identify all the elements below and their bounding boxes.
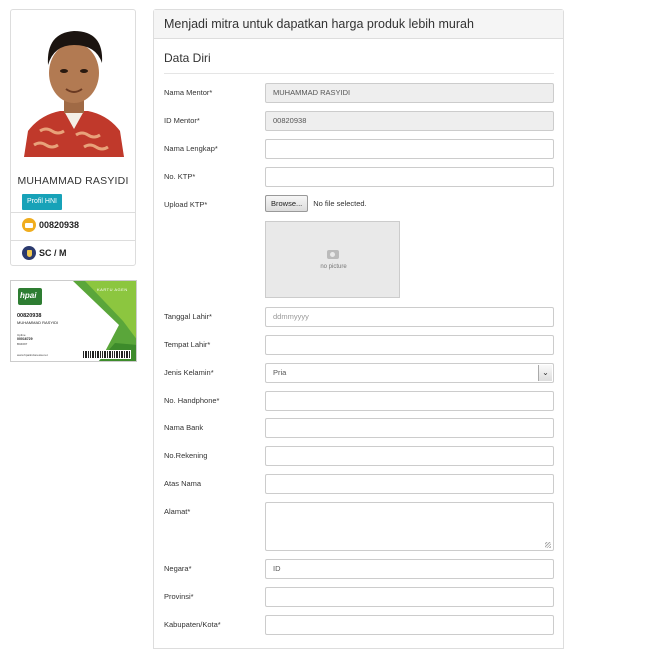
nama-mentor-label: Nama Mentor* xyxy=(164,88,213,97)
upload-ktp-label: Upload KTP* xyxy=(164,200,208,209)
divider xyxy=(11,240,135,241)
panel-title: Menjadi mitra untuk dapatkan harga produ… xyxy=(154,10,563,39)
tanggal-lahir-input[interactable]: ddmmyyyy xyxy=(265,307,554,327)
id-mentor-label: ID Mentor* xyxy=(164,116,200,125)
tanggal-lahir-label: Tanggal Lahir* xyxy=(164,312,212,321)
card-brand-logo: hpai xyxy=(20,291,37,300)
no-handphone-label: No. Handphone* xyxy=(164,396,220,405)
file-status: No file selected. xyxy=(313,198,367,208)
profile-name: MUHAMMAD RASYIDI xyxy=(17,175,129,187)
card-sub-id: 00016729 xyxy=(17,337,33,341)
card-website: www.hpaiindonesia.net xyxy=(17,353,48,357)
no-rekening-input[interactable] xyxy=(265,446,554,466)
nama-bank-input[interactable] xyxy=(265,418,554,438)
jenis-kelamin-value: Pria xyxy=(273,368,287,377)
profile-button[interactable]: Profil HNI xyxy=(22,194,62,210)
nama-bank-label: Nama Bank xyxy=(164,423,204,432)
card-title: KARTU AGEN xyxy=(97,287,128,292)
jenis-kelamin-select[interactable]: Pria ⌄ xyxy=(265,363,554,383)
jenis-kelamin-label: Jenis Kelamin* xyxy=(164,368,214,377)
resize-handle-icon[interactable] xyxy=(545,542,551,548)
profile-card: MUHAMMAD RASYIDI Profil HNI 00820938 SC … xyxy=(10,9,136,266)
no-handphone-input[interactable] xyxy=(265,391,554,411)
id-mentor-field: 00820938 xyxy=(265,111,554,131)
profile-photo xyxy=(20,19,128,157)
tempat-lahir-label: Tempat Lahir* xyxy=(164,340,211,349)
mentor-id: 00820938 xyxy=(39,220,80,230)
provinsi-label: Provinsi* xyxy=(164,592,194,601)
section-divider xyxy=(164,73,554,74)
no-picture-text: no picture xyxy=(320,264,347,270)
negara-label: Negara* xyxy=(164,564,192,573)
nama-lengkap-input[interactable] xyxy=(265,139,554,159)
alamat-textarea[interactable] xyxy=(265,502,554,551)
camera-icon xyxy=(327,250,339,259)
browse-button[interactable]: Browse... xyxy=(265,194,309,212)
level-row: SC / M xyxy=(22,245,67,261)
card-name: MUHAMMAD RASYIDI xyxy=(17,320,59,325)
kabupaten-input[interactable] xyxy=(265,615,554,635)
kabupaten-label: Kabupaten/Kota* xyxy=(164,620,221,629)
negara-input[interactable]: ID xyxy=(265,559,554,579)
member-card: hpai KARTU AGEN 00820938 MUHAMMAD RASYID… xyxy=(10,280,137,362)
atas-nama-label: Atas Nama xyxy=(164,479,202,488)
tempat-lahir-input[interactable] xyxy=(265,335,554,355)
divider xyxy=(11,212,135,213)
no-ktp-label: No. KTP* xyxy=(164,172,196,181)
card-sub-code: B04697 xyxy=(17,342,28,346)
mentor-id-row: 00820938 xyxy=(22,217,79,233)
chevron-down-icon[interactable]: ⌄ xyxy=(538,365,552,381)
nama-mentor-field: MUHAMMAD RASYIDI xyxy=(265,83,554,103)
no-rekening-label: No.Rekening xyxy=(164,451,208,460)
section-title: Data Diri xyxy=(164,51,211,65)
nama-lengkap-label: Nama Lengkap* xyxy=(164,144,218,153)
badge-icon xyxy=(22,246,36,260)
card-id: 00820938 xyxy=(17,313,42,319)
level: SC / M xyxy=(39,248,67,258)
no-ktp-input[interactable] xyxy=(265,167,554,187)
registration-panel: Menjadi mitra untuk dapatkan harga produ… xyxy=(153,9,564,649)
atas-nama-input[interactable] xyxy=(265,474,554,494)
upload-ktp-control: Browse... No file selected. xyxy=(265,194,367,212)
mail-icon xyxy=(22,218,36,232)
ktp-preview: no picture xyxy=(265,221,400,298)
alamat-label: Alamat* xyxy=(164,507,191,516)
provinsi-input[interactable] xyxy=(265,587,554,607)
